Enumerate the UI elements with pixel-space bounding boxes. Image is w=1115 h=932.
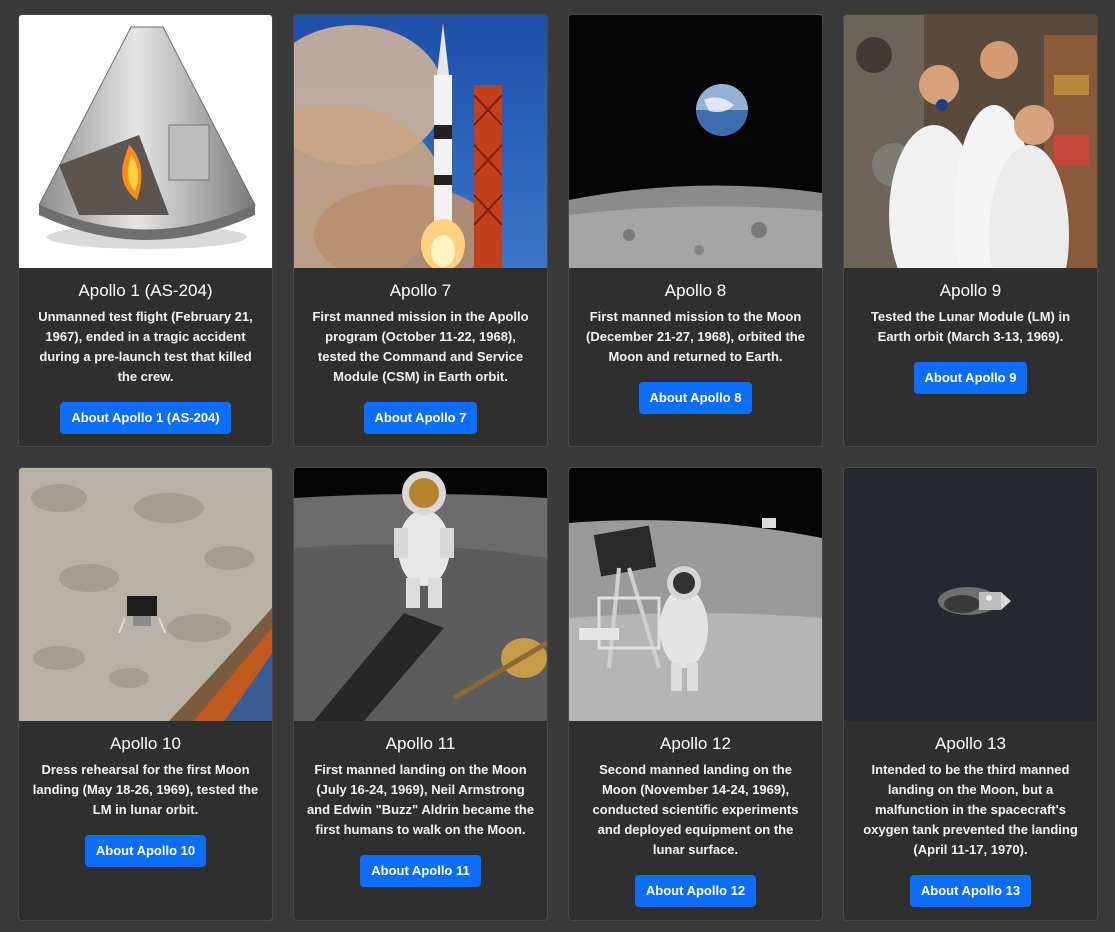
- card-title: Apollo 12: [660, 734, 731, 753]
- mission-card-apollo-13: Apollo 13 Intended to be the third manne…: [843, 467, 1098, 921]
- card-title: Apollo 11: [385, 734, 456, 753]
- about-apollo-7-button[interactable]: About Apollo 7: [363, 402, 478, 434]
- card-title: Apollo 8: [664, 281, 727, 300]
- about-apollo-9-button[interactable]: About Apollo 9: [913, 362, 1028, 394]
- card-title: Apollo 13: [935, 734, 1006, 753]
- astronaut-moonwalk-image: [294, 468, 547, 721]
- surveyor-astronaut-image: [569, 468, 822, 721]
- card-description: Intended to be the third manned landing …: [863, 762, 1078, 857]
- about-apollo-1-button[interactable]: About Apollo 1 (AS-204): [60, 402, 231, 434]
- mission-card-apollo-7: Apollo 7 First manned mission in the Apo…: [293, 14, 548, 447]
- card-description: First manned mission to the Moon (Decemb…: [586, 309, 805, 364]
- card-description: First manned landing on the Moon (July 1…: [306, 762, 535, 837]
- crew-photo-image: [844, 15, 1097, 268]
- card-description: Unmanned test flight (February 21, 1967)…: [38, 309, 253, 384]
- about-apollo-10-button[interactable]: About Apollo 10: [84, 835, 207, 867]
- mission-card-apollo-8: Apollo 8 First manned mission to the Moo…: [568, 14, 823, 447]
- about-apollo-13-button[interactable]: About Apollo 13: [909, 875, 1032, 907]
- card-title: Apollo 7: [389, 281, 452, 300]
- mission-card-apollo-9: Apollo 9 Tested the Lunar Module (LM) in…: [843, 14, 1098, 447]
- card-description: Tested the Lunar Module (LM) in Earth or…: [870, 309, 1071, 344]
- command-module-cutaway-image: [19, 15, 272, 268]
- service-module-image: [844, 468, 1097, 721]
- card-description: First manned mission in the Apollo progr…: [312, 309, 529, 384]
- mission-card-apollo-12: Apollo 12 Second manned landing on the M…: [568, 467, 823, 921]
- mission-card-apollo-11: Apollo 11 First manned landing on the Mo…: [293, 467, 548, 921]
- card-title: Apollo 10: [110, 734, 181, 753]
- mission-grid: Apollo 1 (AS-204) Unmanned test flight (…: [18, 14, 1098, 921]
- about-apollo-12-button[interactable]: About Apollo 12: [634, 875, 757, 907]
- about-apollo-8-button[interactable]: About Apollo 8: [638, 382, 753, 414]
- card-title: Apollo 1 (AS-204): [78, 281, 213, 300]
- about-apollo-11-button[interactable]: About Apollo 11: [360, 855, 481, 887]
- mission-card-apollo-10: Apollo 10 Dress rehearsal for the first …: [18, 467, 273, 921]
- mission-card-apollo-1: Apollo 1 (AS-204) Unmanned test flight (…: [18, 14, 273, 447]
- earthrise-image: [569, 15, 822, 268]
- card-description: Dress rehearsal for the first Moon landi…: [32, 762, 259, 817]
- card-title: Apollo 9: [939, 281, 1002, 300]
- card-description: Second manned landing on the Moon (Novem…: [592, 762, 799, 857]
- lunar-module-orbit-image: [19, 468, 272, 721]
- rocket-launch-image: [294, 15, 547, 268]
